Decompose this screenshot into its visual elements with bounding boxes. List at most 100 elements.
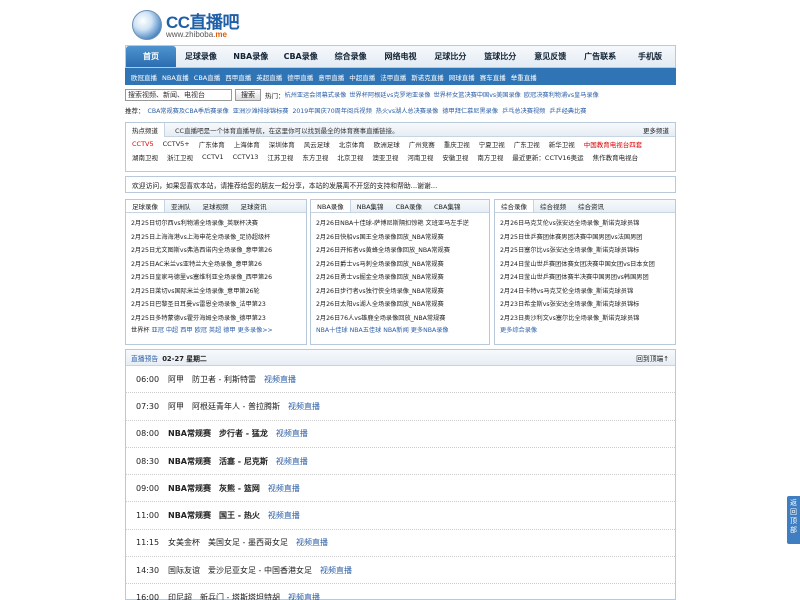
subnav-item[interactable]: 西甲直播 (225, 72, 251, 82)
video-live-link[interactable]: 视频直播 (288, 401, 320, 412)
hot-link[interactable]: 世界杯阿根廷vs克罗地亚录像 (349, 90, 430, 99)
channel-link[interactable]: 广东体育 (199, 139, 225, 149)
channel-link[interactable]: 安徽卫视 (442, 152, 468, 162)
channel-link[interactable]: 中国教育电视台四套 (584, 139, 643, 149)
subnav-item[interactable]: CBA直播 (194, 72, 220, 82)
recommend-link[interactable]: 德甲拜仁慕尼黑录像 (442, 106, 498, 115)
channel-link[interactable]: CCTV1 (202, 153, 224, 161)
video-live-link[interactable]: 视频直播 (276, 428, 308, 439)
nav-item[interactable]: 手机版 (625, 46, 675, 67)
subnav-item[interactable]: 举重直播 (511, 72, 537, 82)
video-item[interactable]: 2月26日76人vs雄鹿全场录像回放_NBA常规赛 (316, 312, 484, 326)
footer-link[interactable]: NBA新闻 (383, 327, 408, 334)
video-item[interactable]: 2月26日开拓者vs黄蜂全场录像回放_NBA常规赛 (316, 244, 484, 258)
video-live-link[interactable]: 视频直播 (268, 510, 300, 521)
channel-link[interactable]: 广州竞赛 (409, 139, 435, 149)
nav-item[interactable]: NBA录像 (226, 46, 276, 67)
video-item[interactable]: 2月25日上海海港vs上海申花全场录像_足协超级杯 (131, 231, 301, 245)
video-item[interactable]: 2月25日莱切vs国际米兰全场录像_意甲第26轮 (131, 285, 301, 299)
more-channels-link[interactable]: 更多频道 (643, 125, 669, 135)
video-item[interactable]: 2月24日卡特vs马克艾伦全场录像_斯诺克球员锦 (500, 285, 670, 299)
channel-link[interactable]: 上海体育 (234, 139, 260, 149)
column-tab[interactable]: NBA录像 (311, 200, 351, 212)
recommend-link[interactable]: 亚洲沙滩排球锦标赛 (233, 106, 289, 115)
channel-link[interactable]: 焦作教育电视台 (593, 152, 639, 162)
video-item[interactable]: 2月26日步行者vs独行侠全场录像_NBA常规赛 (316, 285, 484, 299)
video-live-link[interactable]: 视频直播 (264, 374, 296, 385)
channel-link[interactable]: 江苏卫视 (267, 152, 293, 162)
column-tab[interactable]: 亚洲队 (165, 200, 197, 212)
back-to-top-button[interactable]: 返回顶部 (787, 496, 800, 544)
footer-link[interactable]: NBA十佳球 (316, 327, 348, 334)
channel-link[interactable]: 重庆卫视 (444, 139, 470, 149)
recommend-link[interactable]: 乒乒经典比赛 (549, 106, 586, 115)
footer-link[interactable]: 亚冠 (152, 327, 164, 334)
channel-link[interactable]: 东方卫视 (302, 152, 328, 162)
site-logo[interactable]: CC直播吧 www.zhiboba.me (130, 8, 270, 42)
channel-link[interactable]: 宁夏卫视 (479, 139, 505, 149)
video-live-link[interactable]: 视频直播 (288, 592, 320, 600)
nav-item[interactable]: 意见反馈 (525, 46, 575, 67)
channel-link[interactable]: 北京卫视 (337, 152, 363, 162)
video-item[interactable]: 2月25日世乒赛团体赛男团决赛中国男团vs法国男团 (500, 231, 670, 245)
search-button[interactable]: 搜索 (235, 88, 261, 101)
nav-item[interactable]: 首页 (126, 46, 176, 67)
recommend-link[interactable]: 热火vs湖人总决赛录像 (376, 106, 439, 115)
video-item[interactable]: 2月24日釜山世乒赛团体赛女团决赛中国女团vs日本女团 (500, 258, 670, 272)
video-item[interactable]: 2月26日快船vs国王全场录像回放_NBA常规赛 (316, 231, 484, 245)
footer-link[interactable]: 更多NBA录像 (411, 327, 449, 334)
video-item[interactable]: 2月25日皇家马德里vs塞维利亚全场录像_西甲第26 (131, 271, 301, 285)
video-item[interactable]: 2月25日塞尔比vs张安达全场录像_斯诺克球员锦标 (500, 244, 670, 258)
channel-link[interactable]: 浙江卫视 (167, 152, 193, 162)
channel-link[interactable]: 深圳体育 (269, 139, 295, 149)
column-tab[interactable]: CBA录像 (390, 200, 428, 212)
channel-link[interactable]: 澳亚卫视 (372, 152, 398, 162)
video-item[interactable]: 2月25日巴黎圣日耳曼vs雷恩全场录像_法甲第23 (131, 298, 301, 312)
hot-link[interactable]: 欧冠决赛利物浦vs皇马录像 (524, 90, 599, 99)
recommend-link[interactable]: 2019年国庆70周年阅兵视频 (292, 106, 371, 115)
video-item[interactable]: 2月26日NBA十佳球-萨博尼斯隔扣惊艳 文班亚马左手逆 (316, 217, 484, 231)
footer-link[interactable]: 中超 (166, 327, 178, 334)
channel-link[interactable]: 南方卫视 (477, 152, 503, 162)
channel-link[interactable]: 湖南卫视 (132, 152, 158, 162)
subnav-item[interactable]: 斯诺克直播 (411, 72, 444, 82)
video-item[interactable]: 2月25日AC米兰vs亚特兰大全场录像_意甲第26 (131, 258, 301, 272)
recommend-link[interactable]: 乒乓总决赛视频 (502, 106, 545, 115)
footer-link[interactable]: 更多录像>> (238, 327, 273, 334)
search-input[interactable] (125, 88, 232, 101)
nav-item[interactable]: 足球比分 (425, 46, 475, 67)
video-item[interactable]: 2月23日奥沙利文vs塞尔比全场录像_斯诺克球员锦 (500, 312, 670, 326)
subnav-item[interactable]: 德甲直播 (287, 72, 313, 82)
nav-item[interactable]: CBA录像 (276, 46, 326, 67)
column-tab[interactable]: 足球录像 (126, 200, 165, 212)
nav-item[interactable]: 广告联系 (575, 46, 625, 67)
footer-link[interactable]: NBA五佳球 (350, 327, 382, 334)
channel-link[interactable]: CCTV5+ (163, 140, 190, 148)
subnav-item[interactable]: 赛车直播 (480, 72, 506, 82)
subnav-item[interactable]: 网球直播 (449, 72, 475, 82)
subnav-item[interactable]: 英超直播 (256, 72, 282, 82)
nav-item[interactable]: 综合录像 (326, 46, 376, 67)
video-item[interactable]: 2月25日尤文图斯vs弗洛西诺内全场录像_意甲第26 (131, 244, 301, 258)
channel-link[interactable]: 风云足球 (304, 139, 330, 149)
column-tab[interactable]: 综合视频 (534, 200, 572, 212)
subnav-item[interactable]: 法甲直播 (380, 72, 406, 82)
video-item[interactable]: 2月26日勇士vs掘金全场录像回放_NBA常规赛 (316, 271, 484, 285)
hot-link[interactable]: 杭州亚运会闭幕式录像 (285, 90, 347, 99)
tab-hot-channels[interactable]: 热点频道 (126, 122, 165, 137)
footer-link[interactable]: 欧冠 (195, 327, 207, 334)
channel-link[interactable]: CCTV13 (233, 153, 259, 161)
nav-item[interactable]: 网络电视 (376, 46, 426, 67)
column-tab[interactable]: CBA集锦 (428, 200, 466, 212)
video-item[interactable]: 2月25日切尔西vs利物浦全场录像_英联杯决赛 (131, 217, 301, 231)
footer-link[interactable]: 西甲 (180, 327, 192, 334)
channel-link[interactable]: 欧洲足球 (374, 139, 400, 149)
subnav-item[interactable]: 欧冠直播 (131, 72, 157, 82)
column-tab[interactable]: NBA集锦 (351, 200, 390, 212)
video-item[interactable]: 2月23日希金斯vs张安达全场录像_斯诺克球员锦标 (500, 298, 670, 312)
column-tab[interactable]: 足球视频 (197, 200, 235, 212)
nav-item[interactable]: 篮球比分 (475, 46, 525, 67)
channel-link[interactable]: CCTV5 (132, 140, 154, 148)
channel-link[interactable]: 河南卫视 (407, 152, 433, 162)
video-item[interactable]: 2月24日釜山世乒赛团体赛半决赛中国男团vs韩国男团 (500, 271, 670, 285)
